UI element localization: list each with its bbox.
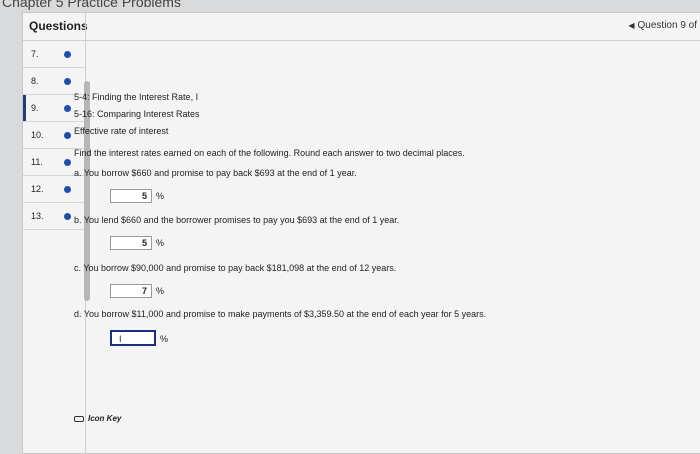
instructions: Find the interest rates earned on each o… xyxy=(74,148,465,158)
question-panel: Questions ◀ Question 9 of 7. 8. 9. 10. 11… xyxy=(22,12,700,454)
part-b-unit: % xyxy=(156,238,165,248)
status-dot-icon xyxy=(64,159,71,166)
part-d-text: d. You borrow $11,000 and promise to mak… xyxy=(74,309,487,319)
question-item-7[interactable]: 7. xyxy=(23,41,85,68)
icon-key-label: Icon Key xyxy=(88,414,122,423)
part-d-answer-input[interactable]: I xyxy=(110,330,156,346)
status-dot-icon xyxy=(64,132,71,139)
topic-line-2: 5-16: Comparing Interest Rates xyxy=(74,109,200,119)
topic-line-1: 5-4: Finding the Interest Rate, I xyxy=(74,92,199,102)
status-dot-icon xyxy=(64,51,71,58)
question-number: 10. xyxy=(31,130,44,140)
topic-line-3: Effective rate of interest xyxy=(74,126,169,136)
question-counter: Question 9 of xyxy=(637,20,697,31)
part-b-answer-input[interactable]: 5 xyxy=(110,236,152,250)
status-dot-icon xyxy=(64,186,71,193)
part-a-answer-input[interactable]: 5 xyxy=(110,189,152,203)
question-number: 9. xyxy=(31,103,39,113)
part-c-answer-input[interactable]: 7 xyxy=(110,284,152,298)
current-indicator xyxy=(23,95,26,121)
part-b-text: b. You lend $660 and the borrower promis… xyxy=(74,215,400,225)
part-c-unit: % xyxy=(156,286,165,296)
question-item-8[interactable]: 8. xyxy=(23,68,85,95)
question-number: 12. xyxy=(31,184,44,194)
question-number: 11. xyxy=(31,157,43,167)
key-icon xyxy=(74,415,84,422)
question-number: 8. xyxy=(31,76,39,86)
part-a-unit: % xyxy=(156,191,165,201)
window-title: Chapter 5 Practice Problems xyxy=(2,0,181,10)
part-d-unit: % xyxy=(160,334,169,344)
question-navigator[interactable]: ◀ Question 9 of xyxy=(628,20,697,31)
part-c-text: c. You borrow $90,000 and promise to pay… xyxy=(74,263,397,273)
part-a-text: a. You borrow $660 and promise to pay ba… xyxy=(74,168,357,178)
prev-arrow-icon[interactable]: ◀ xyxy=(628,21,634,30)
header-divider xyxy=(23,40,700,41)
question-item-12[interactable]: 12. xyxy=(23,176,85,203)
status-dot-icon xyxy=(64,213,71,220)
question-number: 13. xyxy=(31,211,44,221)
question-number: 7. xyxy=(31,49,39,59)
questions-header: Questions xyxy=(29,19,88,33)
status-dot-icon xyxy=(64,78,71,85)
icon-key-link[interactable]: Icon Key xyxy=(74,414,121,423)
status-dot-icon xyxy=(64,105,71,112)
text-cursor-icon: I xyxy=(119,334,122,344)
